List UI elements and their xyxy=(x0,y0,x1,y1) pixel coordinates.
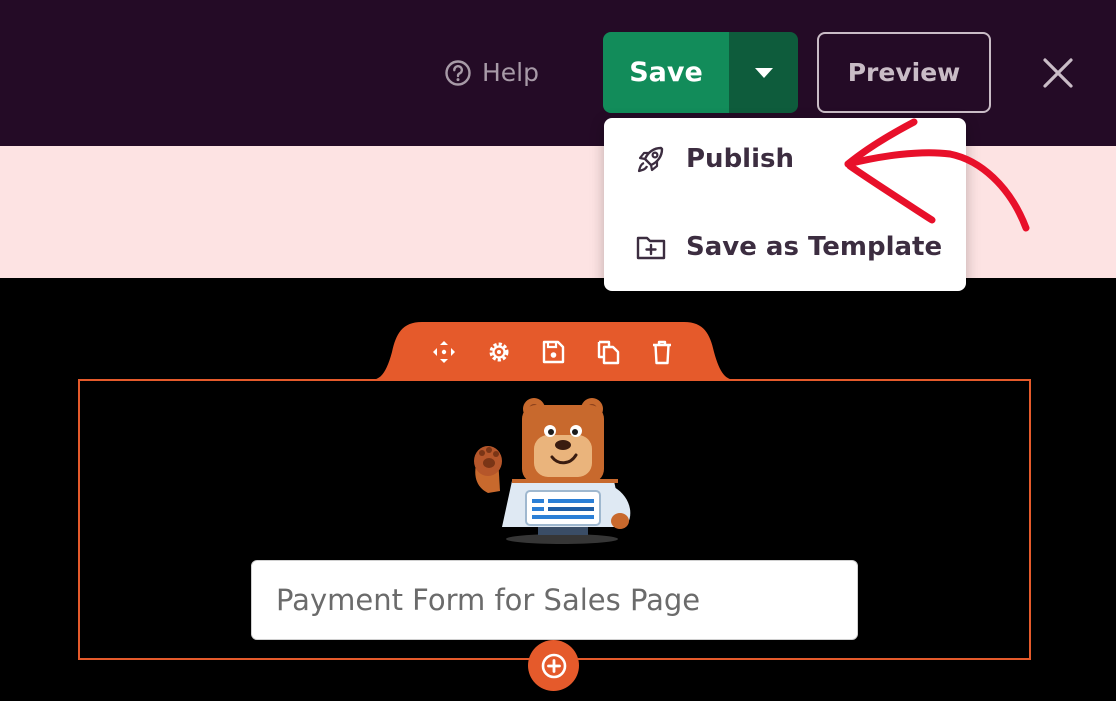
section-toolbar xyxy=(430,336,676,368)
preview-button[interactable]: Preview xyxy=(817,32,991,113)
gear-icon[interactable] xyxy=(485,338,513,366)
plus-circle-icon xyxy=(541,653,566,678)
close-icon[interactable] xyxy=(1040,55,1076,91)
save-button[interactable]: Save xyxy=(603,32,729,113)
annotation-arrow xyxy=(844,118,1030,232)
rocket-icon xyxy=(637,146,664,173)
save-icon[interactable] xyxy=(539,338,567,366)
menu-item-publish[interactable]: Publish xyxy=(634,142,794,176)
add-section-button[interactable] xyxy=(528,640,579,691)
trash-icon[interactable] xyxy=(648,338,676,366)
duplicate-icon[interactable] xyxy=(594,338,622,366)
caret-down-icon xyxy=(754,67,773,78)
save-button-group: Save xyxy=(603,32,798,113)
menu-item-label: Publish xyxy=(686,144,794,174)
move-icon[interactable] xyxy=(430,338,458,366)
bear-mascot-icon xyxy=(474,398,631,544)
help-link[interactable]: Help xyxy=(444,58,539,87)
save-options-button[interactable] xyxy=(729,32,798,113)
folder-plus-icon xyxy=(636,236,666,260)
help-label: Help xyxy=(482,58,539,87)
form-title-input[interactable]: Payment Form for Sales Page xyxy=(251,560,858,640)
question-circle-icon xyxy=(445,59,471,86)
